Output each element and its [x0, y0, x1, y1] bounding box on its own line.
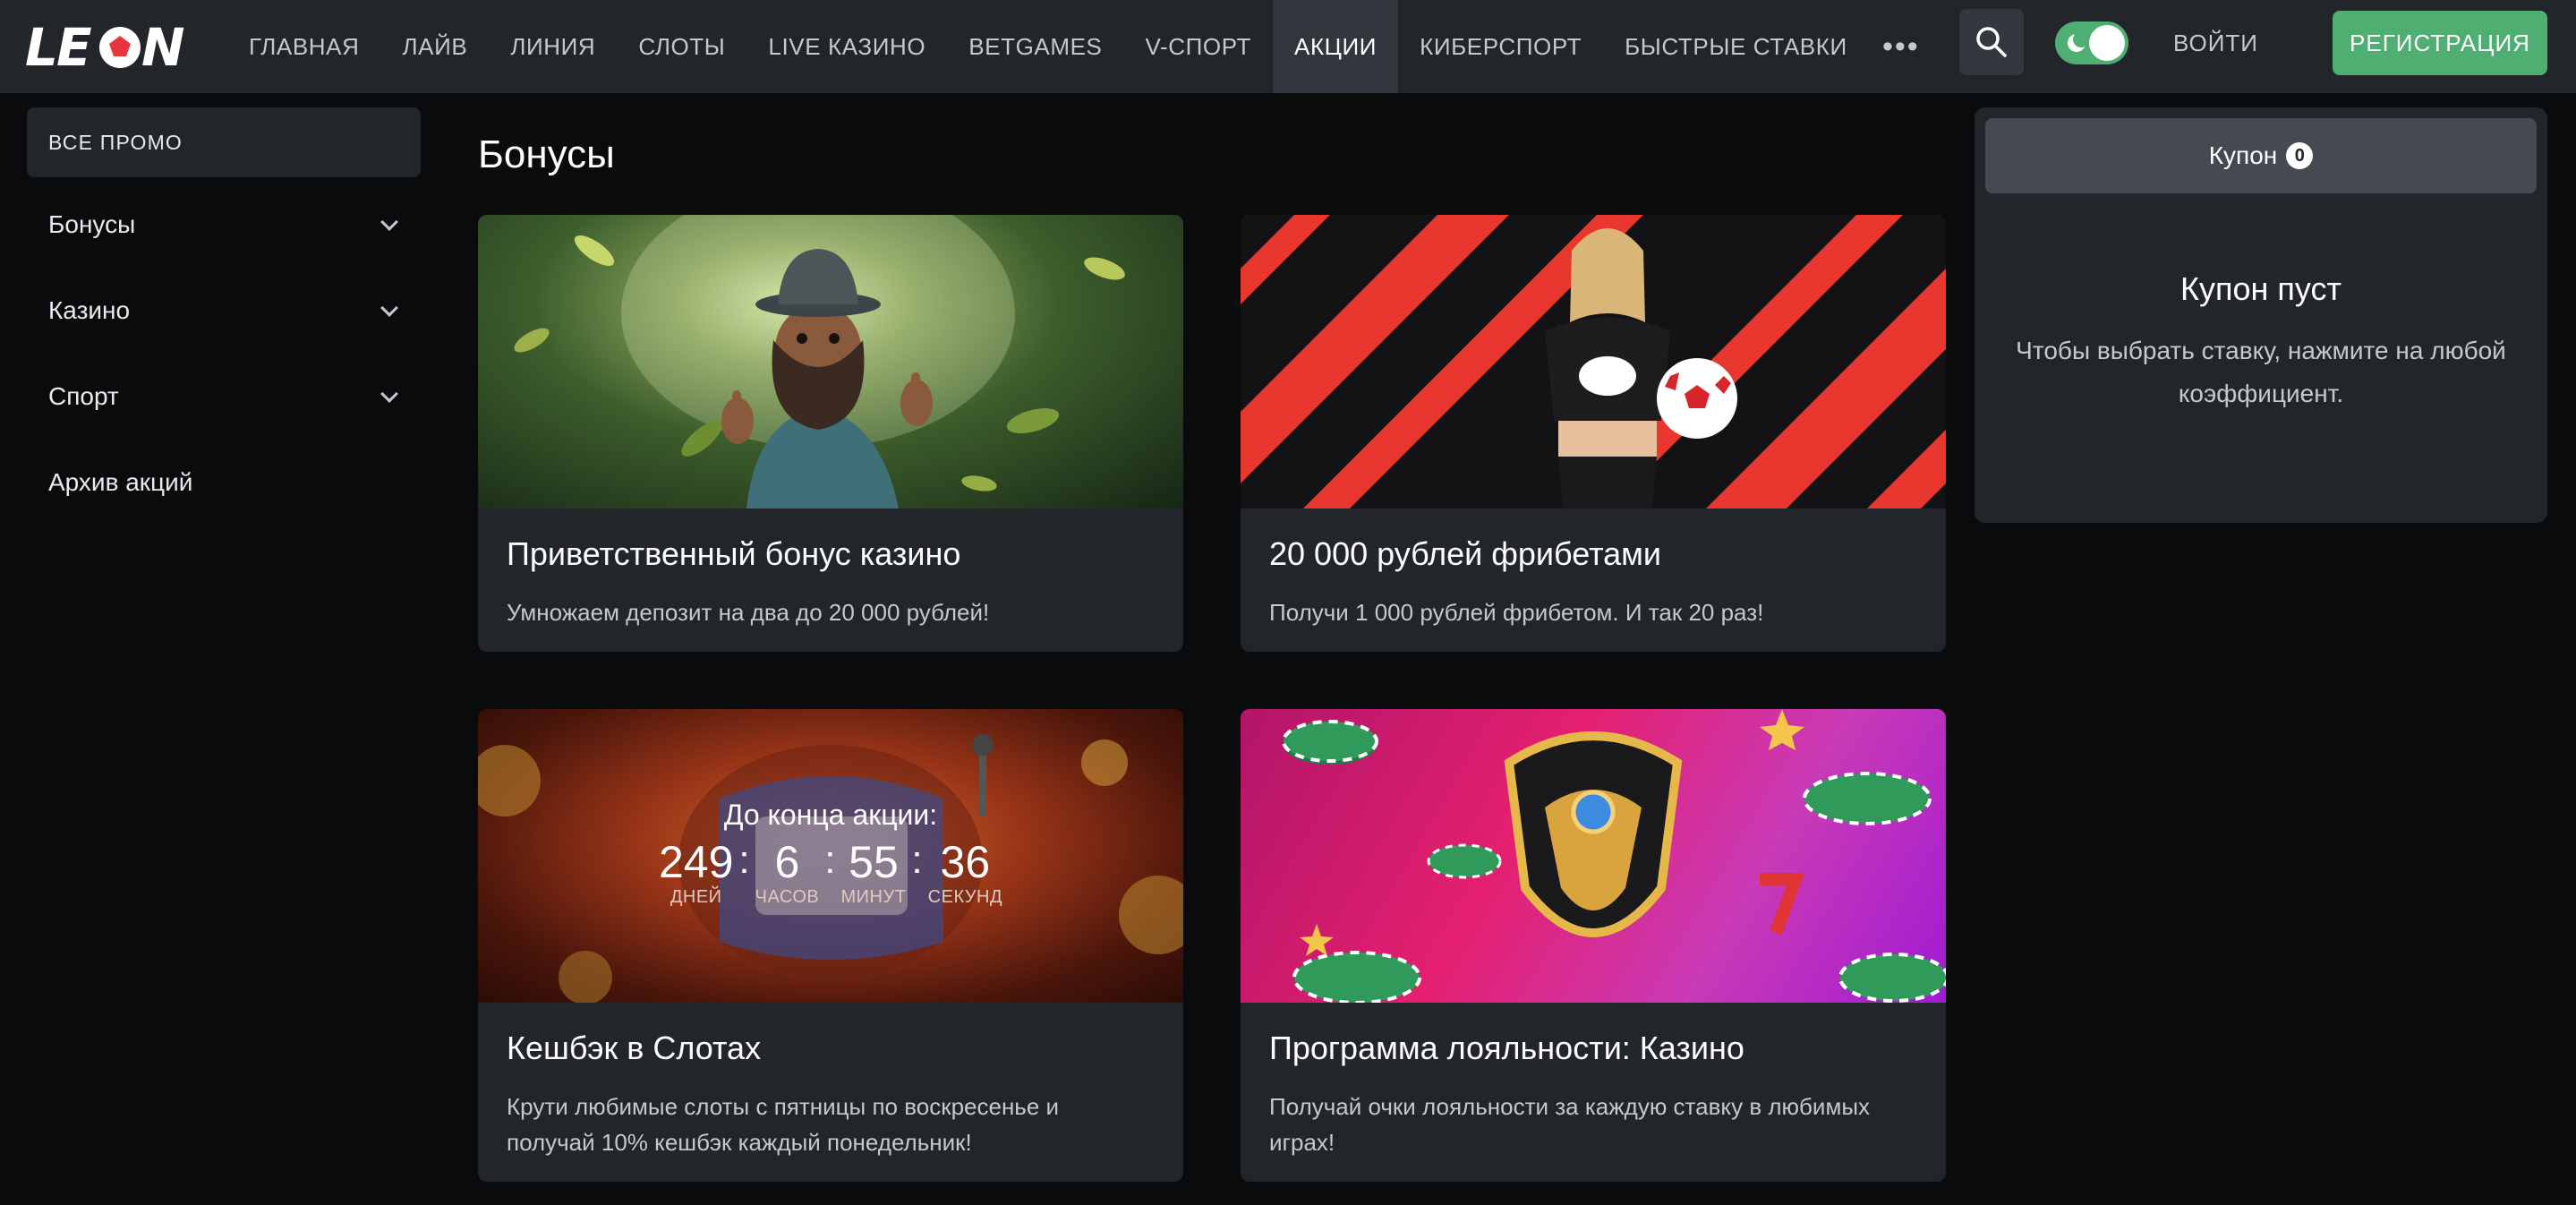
- promo-card-description: Крути любимые слоты с пятницы по воскрес…: [507, 1093, 1060, 1156]
- nav-esports[interactable]: КИБЕРСПОРТ: [1398, 0, 1603, 93]
- countdown-title: До конца акции:: [723, 799, 938, 831]
- countdown-separator: :: [824, 838, 836, 882]
- search-button[interactable]: [1959, 9, 2024, 75]
- sidebar-item-label: Казино: [48, 296, 131, 324]
- countdown-hours-label: ЧАСОВ: [755, 887, 820, 907]
- nav-v-sport[interactable]: V-СПОРТ: [1123, 0, 1273, 93]
- countdown-seconds-value: 36: [940, 837, 991, 887]
- top-header: LE N ГЛАВНАЯ ЛАЙВ ЛИНИЯ СЛОТЫ LIVE КАЗИН…: [0, 0, 2576, 93]
- nav-live[interactable]: ЛАЙВ: [380, 0, 489, 93]
- svg-text:N: N: [141, 21, 185, 73]
- svg-text:LE: LE: [25, 21, 91, 73]
- coupon-tab-label: Купон: [2208, 141, 2278, 169]
- countdown-hours-value: 6: [774, 837, 800, 887]
- nav-line[interactable]: ЛИНИЯ: [489, 0, 617, 93]
- theme-toggle[interactable]: [2055, 21, 2128, 64]
- countdown-seconds: 36 СЕКУНД: [928, 837, 1002, 908]
- countdown-separator: :: [738, 838, 750, 882]
- nav-slots[interactable]: СЛОТЫ: [617, 0, 746, 93]
- sidebar-item-label: Архив акций: [48, 468, 193, 496]
- chevron-down-icon: [380, 385, 398, 403]
- loyalty-badge-illustration: [1282, 709, 1946, 1003]
- search-icon: [1976, 27, 2007, 57]
- promo-card-title: Программа лояльности: Казино: [1269, 1030, 1744, 1066]
- bet-coupon-panel: Купон 0 Купон пуст Чтобы выбрать ставку,…: [1975, 107, 2547, 523]
- leon-logo[interactable]: LE N: [25, 14, 200, 79]
- promo-image-loyalty: [1241, 709, 1946, 1003]
- chevron-down-icon: [380, 213, 398, 231]
- nav-betgames[interactable]: BETGAMES: [947, 0, 1123, 93]
- sidebar-item-casino[interactable]: Казино: [27, 275, 421, 346]
- login-button[interactable]: ВОЙТИ: [2173, 0, 2258, 86]
- promo-card-description: Получай очки лояльности за каждую ставку…: [1269, 1093, 1871, 1156]
- coupon-tab[interactable]: Купон 0: [1985, 118, 2537, 193]
- sidebar-item-label: Спорт: [48, 382, 119, 410]
- coupon-count-badge: 0: [2286, 142, 2314, 169]
- main-nav: ГЛАВНАЯ ЛАЙВ ЛИНИЯ СЛОТЫ LIVE КАЗИНО BET…: [227, 0, 1933, 93]
- promo-card-title: Приветственный бонус казино: [507, 535, 961, 572]
- countdown-minutes-value: 55: [849, 837, 899, 887]
- promo-card-slots-cashback[interactable]: До конца акции: 249 ДНЕЙ : 6 ЧАСОВ : 55 …: [478, 709, 1183, 1182]
- countdown-row: 249 ДНЕЙ : 6 ЧАСОВ : 55 МИНУТ : 36 СЕКУН…: [478, 837, 1183, 908]
- toggle-knob: [2089, 25, 2125, 61]
- nav-live-casino[interactable]: LIVE КАЗИНО: [746, 0, 947, 93]
- coupon-empty-title: Купон пуст: [2180, 270, 2341, 307]
- sidebar-item-label: Бонусы: [48, 210, 136, 238]
- page-title: Бонусы: [478, 132, 615, 176]
- chevron-down-icon: [380, 299, 398, 317]
- more-dots-icon: •••: [1881, 29, 1920, 64]
- countdown-minutes: 55 МИНУТ: [841, 837, 907, 908]
- promo-image-soccer: [1241, 215, 1946, 508]
- nav-promotions[interactable]: АКЦИИ: [1273, 0, 1399, 93]
- promo-card-freebets[interactable]: 20 000 рублей фрибетами Получи 1 000 руб…: [1241, 215, 1946, 652]
- nav-quick-bets[interactable]: БЫСТРЫЕ СТАВКИ: [1603, 0, 1869, 93]
- countdown-days-label: ДНЕЙ: [670, 887, 722, 907]
- coupon-empty-text: Чтобы выбрать ставку, нажмите на любой к…: [2016, 337, 2506, 407]
- nav-home[interactable]: ГЛАВНАЯ: [227, 0, 380, 93]
- more-menu-button[interactable]: •••: [1869, 0, 1933, 93]
- promo-card-loyalty-casino[interactable]: Программа лояльности: Казино Получай очк…: [1241, 709, 1946, 1182]
- gnome-illustration: [514, 215, 1125, 508]
- soccer-girl-illustration: [1241, 215, 1946, 508]
- promo-card-title: Кешбэк в Слотах: [507, 1030, 762, 1066]
- promo-image-gnome: [478, 215, 1183, 508]
- sidebar-all-promo[interactable]: ВСЕ ПРОМО: [27, 107, 421, 177]
- promo-countdown: До конца акции: 249 ДНЕЙ : 6 ЧАСОВ : 55 …: [478, 799, 1183, 908]
- countdown-minutes-label: МИНУТ: [840, 887, 907, 907]
- sidebar-item-bonuses[interactable]: Бонусы: [27, 189, 421, 261]
- countdown-days-value: 249: [658, 837, 734, 887]
- promo-card-title: 20 000 рублей фрибетами: [1269, 535, 1662, 572]
- countdown-seconds-label: СЕКУНД: [927, 887, 1003, 907]
- sidebar-item-archive[interactable]: Архив акций: [27, 447, 421, 518]
- promo-card-casino-welcome[interactable]: Приветственный бонус казино Умножаем деп…: [478, 215, 1183, 652]
- sidebar-item-sport[interactable]: Спорт: [27, 361, 421, 432]
- countdown-separator: :: [911, 838, 923, 882]
- promo-card-description: Умножаем депозит на два до 20 000 рублей…: [507, 599, 990, 626]
- countdown-hours: 6 ЧАСОВ: [755, 837, 820, 908]
- moon-icon: [2068, 31, 2089, 52]
- leon-logo-mark: LE N: [25, 21, 185, 73]
- register-button[interactable]: РЕГИСТРАЦИЯ: [2333, 11, 2547, 75]
- promo-card-description: Получи 1 000 рублей фрибетом. И так 20 р…: [1269, 599, 1764, 626]
- countdown-days: 249 ДНЕЙ: [659, 837, 733, 908]
